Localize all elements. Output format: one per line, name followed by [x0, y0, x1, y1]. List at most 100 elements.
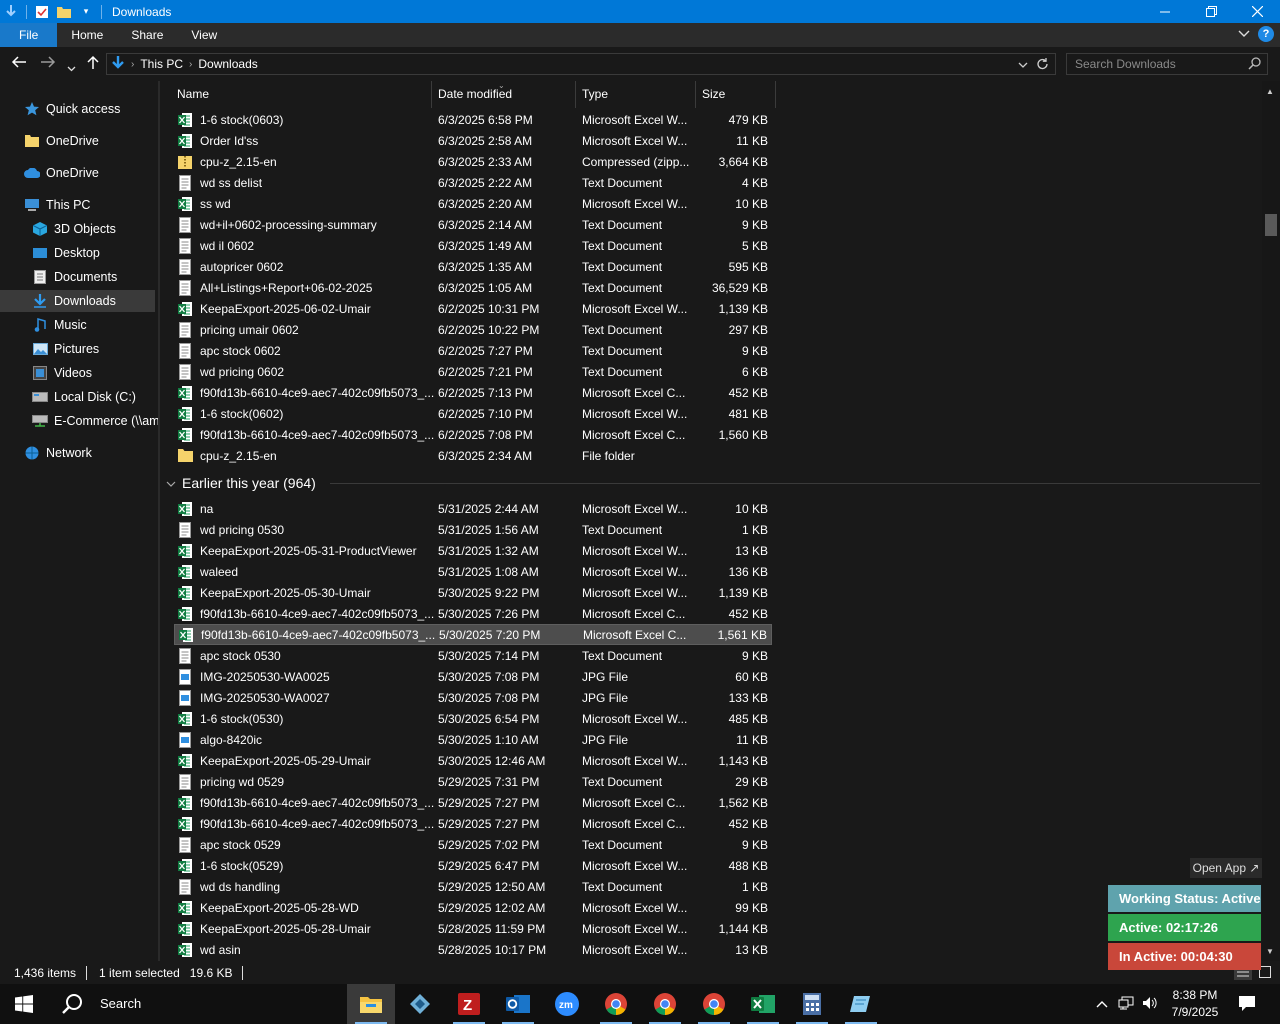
address-bar[interactable]: › This PC › Downloads	[106, 53, 1056, 75]
chrome-icon[interactable]	[641, 984, 689, 1024]
maximize-button[interactable]	[1188, 0, 1234, 23]
calculator-icon[interactable]	[788, 984, 836, 1024]
outlook-icon[interactable]	[494, 984, 542, 1024]
search-icon[interactable]	[1248, 57, 1261, 73]
vertical-scrollbar[interactable]: ▲ ▼	[1262, 81, 1280, 961]
file-row[interactable]: IMG-20250530-WA0025 5/30/2025 7:08 PM JPG …	[174, 666, 772, 687]
sidebar-item-onedrive[interactable]: OneDrive	[24, 162, 158, 184]
file-row[interactable]: ss wd 6/3/2025 2:20 AM Microsoft Excel W..…	[174, 193, 772, 214]
tab-home[interactable]: Home	[57, 23, 117, 47]
scroll-thumb[interactable]	[1265, 214, 1277, 236]
file-row[interactable]: f90fd13b-6610-4ce9-aec7-402c09fb5073_...…	[174, 382, 772, 403]
app-diamond-icon[interactable]	[396, 984, 444, 1024]
open-app-button[interactable]: Open App ↗	[1190, 858, 1262, 878]
start-button[interactable]	[0, 984, 48, 1024]
sidebar-item-music[interactable]: Music	[32, 314, 158, 336]
file-row[interactable]: cpu-z_2.15-en 6/3/2025 2:33 AM Compressed …	[174, 151, 772, 172]
file-row[interactable]: 1-6 stock(0529) 5/29/2025 6:47 PM Microsof…	[174, 855, 772, 876]
new-folder-icon[interactable]	[56, 4, 72, 20]
file-row[interactable]: algo-8420ic 5/30/2025 1:10 AM JPG File 11 K…	[174, 729, 772, 750]
sidebar-item-network[interactable]: Network	[24, 442, 158, 464]
tab-share[interactable]: Share	[117, 23, 177, 47]
sidebar-item-local-disk[interactable]: Local Disk (C:)	[32, 386, 158, 408]
chrome-icon[interactable]	[592, 984, 640, 1024]
file-explorer-icon[interactable]	[347, 984, 395, 1024]
file-row[interactable]: apc stock 0529 5/29/2025 7:02 PM Text Docu…	[174, 834, 772, 855]
notes-icon[interactable]	[837, 984, 885, 1024]
file-row[interactable]: f90fd13b-6610-4ce9-aec7-402c09fb5073_...…	[174, 792, 772, 813]
file-row[interactable]: f90fd13b-6610-4ce9-aec7-402c09fb5073_...…	[174, 813, 772, 834]
recent-locations-chevron-icon[interactable]	[67, 59, 76, 76]
sidebar-item-e-commerce[interactable]: E-Commerce (\\am	[32, 410, 158, 432]
sidebar-item-videos[interactable]: Videos	[32, 362, 158, 384]
address-history-chevron-icon[interactable]	[1018, 57, 1028, 74]
network-status-icon[interactable]	[1118, 996, 1134, 1013]
taskbar-search-label[interactable]: Search	[100, 996, 141, 1011]
sidebar-item-pictures[interactable]: Pictures	[32, 338, 158, 360]
sidebar-item-downloads[interactable]: Downloads	[0, 290, 155, 312]
sidebar-item-documents[interactable]: Documents	[32, 266, 158, 288]
file-row[interactable]: apc stock 0602 6/2/2025 7:27 PM Text Docum…	[174, 340, 772, 361]
expand-ribbon-chevron-icon[interactable]	[1238, 27, 1250, 41]
file-row[interactable]: autopricer 0602 6/3/2025 1:35 AM Text Docu…	[174, 256, 772, 277]
file-row[interactable]: wd il 0602 6/3/2025 1:49 AM Text Document 5…	[174, 235, 772, 256]
customize-toolbar-icon[interactable]: ▾	[78, 4, 94, 20]
minimize-button[interactable]	[1142, 0, 1188, 23]
chrome-icon[interactable]	[690, 984, 738, 1024]
up-arrow-icon[interactable]	[86, 55, 100, 74]
file-row[interactable]: KeepaExport-2025-05-28-Umair 5/28/2025 11…	[174, 918, 772, 939]
column-header-name[interactable]: Name	[171, 81, 432, 108]
file-row[interactable]: na 5/31/2025 2:44 AM Microsoft Excel W... 1…	[174, 498, 772, 519]
refresh-icon[interactable]	[1036, 57, 1049, 74]
file-row[interactable]: f90fd13b-6610-4ce9-aec7-402c09fb5073_...…	[174, 424, 772, 445]
file-row[interactable]: All+Listings+Report+06-02-2025 6/3/2025 1…	[174, 277, 772, 298]
close-button[interactable]	[1234, 0, 1280, 23]
file-row[interactable]: KeepaExport-2025-05-31-ProductViewer 5/31…	[174, 540, 772, 561]
file-row[interactable]: KeepaExport-2025-05-29-Umair 5/30/2025 12…	[174, 750, 772, 771]
breadcrumb-downloads[interactable]: Downloads	[198, 57, 257, 71]
search-input[interactable]	[1067, 54, 1237, 74]
back-arrow-icon[interactable]	[11, 55, 27, 73]
filezilla-icon[interactable]: Z	[445, 984, 493, 1024]
search-box[interactable]	[1066, 53, 1268, 75]
search-button[interactable]	[48, 984, 96, 1024]
file-row[interactable]: 1-6 stock(0603) 6/3/2025 6:58 PM Microsoft…	[174, 109, 772, 130]
file-row[interactable]: wd+il+0602-processing-summary 6/3/2025 2:…	[174, 214, 772, 235]
zoom-icon[interactable]: zm	[543, 984, 591, 1024]
show-hidden-icons-chevron-icon[interactable]	[1096, 996, 1108, 1011]
file-row[interactable]: 1-6 stock(0530) 5/30/2025 6:54 PM Microsof…	[174, 708, 772, 729]
file-row[interactable]: wd pricing 0602 6/2/2025 7:21 PM Text Docu…	[174, 361, 772, 382]
file-row[interactable]: waleed 5/31/2025 1:08 AM Microsoft Excel W…	[174, 561, 772, 582]
properties-icon[interactable]	[34, 4, 50, 20]
excel-icon[interactable]	[739, 984, 787, 1024]
file-row[interactable]: pricing umair 0602 6/2/2025 10:22 PM Text …	[174, 319, 772, 340]
sidebar-item-quick-access[interactable]: Quick access	[24, 98, 158, 120]
column-header-size[interactable]: Size	[696, 81, 776, 108]
scroll-up-arrow-icon[interactable]: ▲	[1266, 87, 1274, 96]
file-row[interactable]: 1-6 stock(0602) 6/2/2025 7:10 PM Microsoft…	[174, 403, 772, 424]
column-header-type[interactable]: Type	[576, 81, 696, 108]
file-row[interactable]: KeepaExport-2025-05-30-Umair 5/30/2025 9:…	[174, 582, 772, 603]
forward-arrow-icon[interactable]	[40, 55, 56, 73]
help-icon[interactable]: ?	[1258, 26, 1274, 42]
file-row[interactable]: pricing wd 0529 5/29/2025 7:31 PM Text Doc…	[174, 771, 772, 792]
file-row[interactable]: wd ss delist 6/3/2025 2:22 AM Text Documen…	[174, 172, 772, 193]
system-clock[interactable]: 8:38 PM 7/9/2025	[1164, 987, 1226, 1021]
sidebar-item-desktop[interactable]: Desktop	[32, 242, 158, 264]
file-row-selected[interactable]: f90fd13b-6610-4ce9-aec7-402c09fb5073_...…	[174, 624, 772, 645]
sidebar-item-3d-objects[interactable]: 3D Objects	[32, 218, 158, 240]
file-row[interactable]: wd ds handling 5/29/2025 12:50 AM Text Doc…	[174, 876, 772, 897]
file-row[interactable]: wd asin 5/28/2025 10:17 PM Microsoft Excel…	[174, 939, 772, 960]
file-row[interactable]: Order Id'ss 6/3/2025 2:58 AM Microsoft Exc…	[174, 130, 772, 151]
sidebar-item-this-pc[interactable]: This PC	[24, 194, 158, 216]
notification-center-icon[interactable]	[1238, 995, 1256, 1015]
file-row[interactable]: IMG-20250530-WA0027 5/30/2025 7:08 PM JPG …	[174, 687, 772, 708]
volume-icon[interactable]	[1142, 996, 1158, 1013]
breadcrumb-this-pc[interactable]: This PC	[140, 57, 183, 71]
scroll-down-arrow-icon[interactable]: ▼	[1266, 947, 1274, 956]
file-row[interactable]: KeepaExport-2025-05-28-WD 5/29/2025 12:02…	[174, 897, 772, 918]
file-row[interactable]: cpu-z_2.15-en 6/3/2025 2:34 AM File folder	[174, 445, 772, 466]
group-collapse-chevron-icon[interactable]	[166, 475, 176, 491]
tab-view[interactable]: View	[177, 23, 231, 47]
sidebar-item-onedrive-folder[interactable]: OneDrive	[24, 130, 158, 152]
